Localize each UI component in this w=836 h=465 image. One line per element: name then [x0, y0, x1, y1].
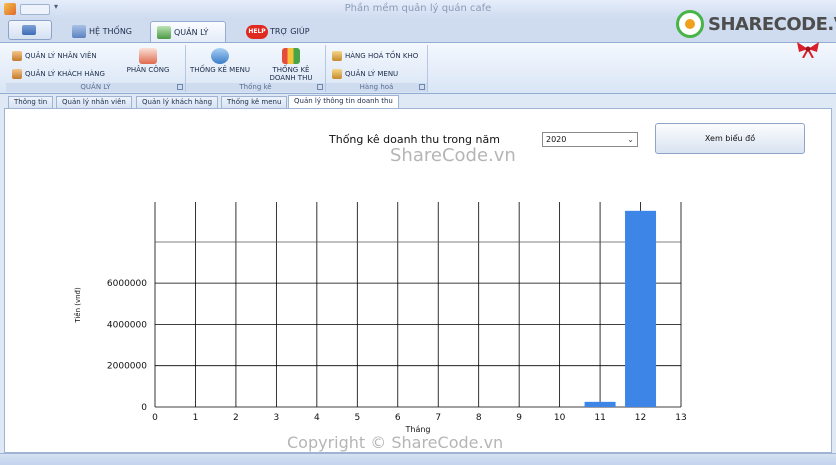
x-tick-label: 5: [354, 413, 360, 423]
x-tick-label: 12: [635, 413, 646, 423]
x-tick-label: 10: [554, 413, 566, 423]
y-axis-label: Tiền (vnđ): [74, 287, 82, 324]
bar: [584, 401, 616, 407]
y-tick-label: 2000000: [107, 362, 147, 372]
x-tick-label: 0: [152, 413, 158, 423]
y-tick-label: 4000000: [107, 320, 147, 330]
copyright-watermark: Copyright © ShareCode.vn: [287, 433, 504, 452]
watermark: ShareCode.vn: [390, 145, 516, 166]
x-tick-label: 8: [476, 413, 482, 423]
x-tick-label: 6: [395, 413, 401, 423]
revenue-chart: 0 1 2 3 4 5 6 7 8 9 10 11 12 130200000040000006000000…: [74, 202, 687, 434]
plot-area: [155, 202, 681, 407]
x-tick-label: 3: [274, 413, 280, 423]
bar: [625, 210, 657, 407]
x-tick-label: 1: [193, 413, 199, 423]
x-tick-label: 9: [516, 413, 522, 423]
x-tick-label: 13: [675, 413, 686, 423]
x-tick-label: 2: [233, 413, 239, 423]
x-tick-label: 11: [594, 413, 605, 423]
y-tick-label: 6000000: [107, 279, 147, 289]
x-tick-label: 7: [435, 413, 441, 423]
status-bar: [0, 453, 836, 465]
x-tick-label: 4: [314, 413, 320, 423]
y-tick-label: 0: [141, 403, 147, 413]
